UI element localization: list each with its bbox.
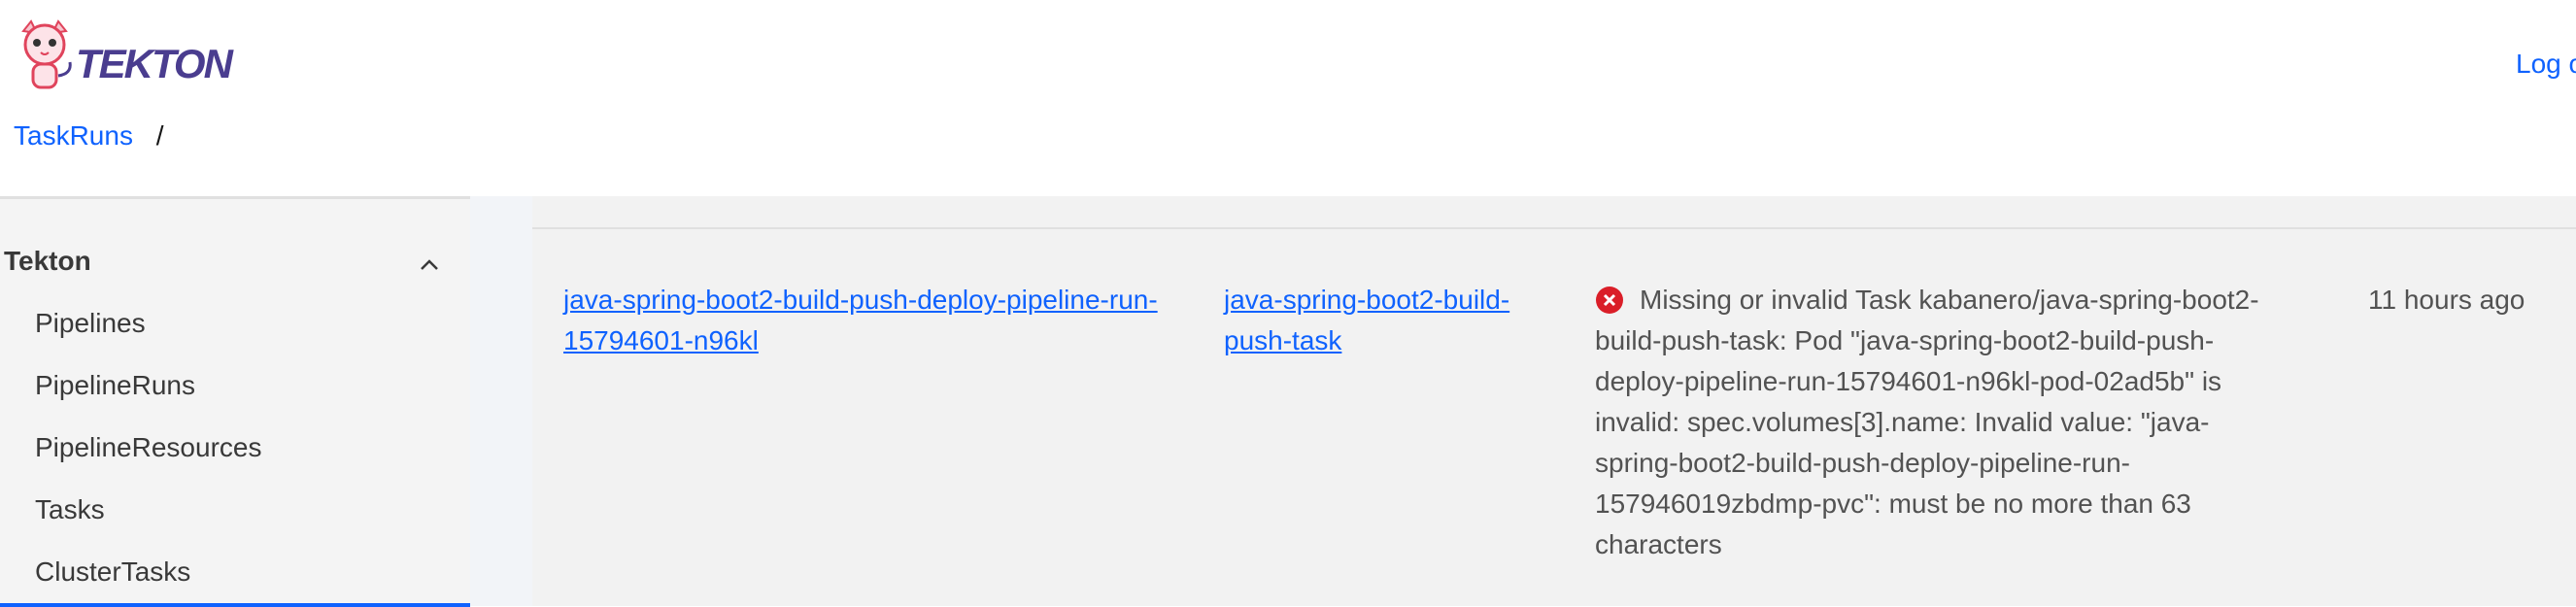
sidebar-active-indicator: [0, 603, 470, 607]
logout-link[interactable]: Log o: [2516, 49, 2576, 80]
table-divider: [532, 227, 2576, 229]
sidebar-item-tasks[interactable]: Tasks: [35, 494, 105, 525]
sidebar-item-pipelineresources[interactable]: PipelineResources: [35, 432, 261, 463]
taskruns-table: java-spring-boot2-build-push-deploy-pipe…: [532, 196, 2576, 606]
sidebar-section-tekton[interactable]: Tekton: [4, 246, 451, 285]
breadcrumb-taskruns-link[interactable]: TaskRuns: [14, 120, 133, 151]
breadcrumb: TaskRuns /: [14, 120, 164, 152]
status-message: Missing or invalid Task kabanero/java-sp…: [1595, 285, 2259, 559]
taskrun-name-cell: java-spring-boot2-build-push-deploy-pipe…: [563, 280, 1185, 361]
sidebar-section-title: Tekton: [4, 246, 91, 276]
breadcrumb-separator: /: [155, 120, 164, 151]
tekton-cat-icon: [21, 19, 72, 89]
sidebar-item-pipelines[interactable]: Pipelines: [35, 308, 146, 339]
tekton-logo[interactable]: TEKTON: [14, 19, 233, 91]
task-name-cell: java-spring-boot2-build-push-task: [1224, 280, 1515, 361]
created-time: 11 hours ago: [2368, 285, 2525, 315]
task-name-link[interactable]: java-spring-boot2-build-push-task: [1224, 285, 1509, 355]
chevron-up-icon[interactable]: [418, 253, 441, 277]
sidebar-item-pipelineruns[interactable]: PipelineRuns: [35, 370, 195, 401]
taskrun-name-link[interactable]: java-spring-boot2-build-push-deploy-pipe…: [563, 285, 1158, 355]
brand-wordmark: TEKTON: [76, 41, 233, 86]
sidebar-nav: Tekton Pipelines PipelineRuns PipelineRe…: [0, 196, 470, 607]
sidebar-item-clustertasks[interactable]: ClusterTasks: [35, 556, 190, 588]
content-gutter: [470, 196, 532, 606]
